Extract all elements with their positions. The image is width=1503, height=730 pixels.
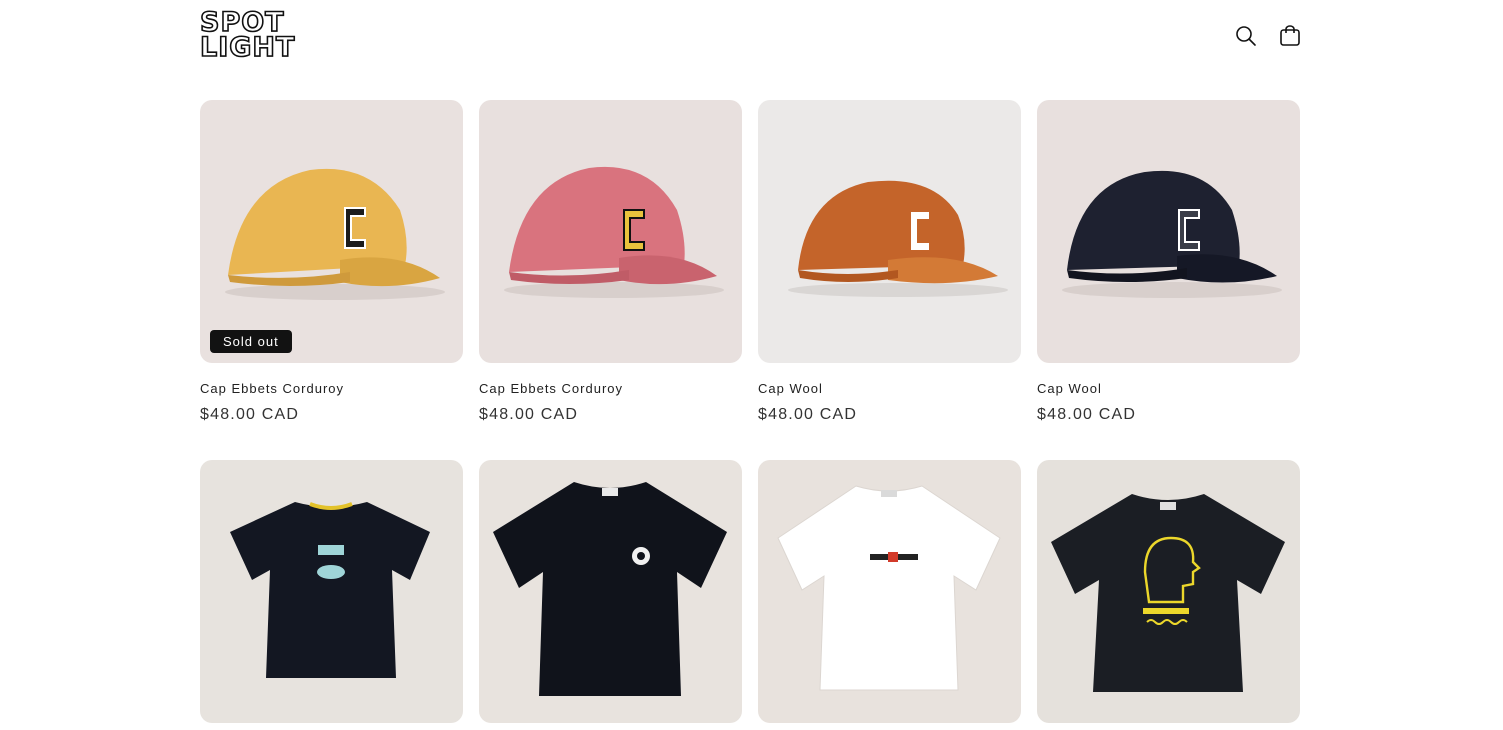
product-card[interactable]: Cap Wool $48.00 CAD: [758, 100, 1021, 460]
product-image[interactable]: [1037, 460, 1300, 723]
product-price: $48.00 CAD: [758, 406, 858, 423]
product-image[interactable]: [758, 100, 1021, 363]
product-title[interactable]: Cap Wool: [758, 381, 1021, 396]
product-card[interactable]: [200, 460, 463, 730]
product-card[interactable]: [1037, 460, 1300, 730]
search-icon[interactable]: [1234, 24, 1258, 48]
product-image[interactable]: Sold out: [200, 100, 463, 363]
product-grid: Sold out Cap Ebbets Corduroy $48.00 CAD …: [200, 100, 1300, 730]
product-image[interactable]: [1037, 100, 1300, 363]
product-title[interactable]: Cap Ebbets Corduroy: [200, 381, 463, 396]
product-image[interactable]: [758, 460, 1021, 723]
product-card[interactable]: Sold out Cap Ebbets Corduroy $48.00 CAD: [200, 100, 463, 460]
cart-icon[interactable]: [1278, 24, 1302, 48]
product-title[interactable]: Cap Wool: [1037, 381, 1300, 396]
product-card[interactable]: Cap Ebbets Corduroy $48.00 CAD: [479, 100, 742, 460]
product-card[interactable]: Cap Wool $48.00 CAD: [1037, 100, 1300, 460]
product-price: $48.00 CAD: [200, 406, 300, 423]
site-header: SPOT LIGHT: [199, 8, 1302, 66]
product-card[interactable]: [758, 460, 1021, 730]
product-price: $48.00 CAD: [1037, 406, 1137, 423]
product-image[interactable]: [200, 460, 463, 723]
product-image[interactable]: [479, 460, 742, 723]
product-title[interactable]: Cap Ebbets Corduroy: [479, 381, 742, 396]
sold-out-badge: Sold out: [210, 330, 292, 353]
product-card[interactable]: [479, 460, 742, 730]
brand-logo[interactable]: SPOT LIGHT: [199, 8, 296, 63]
product-image[interactable]: [479, 100, 742, 363]
brand-logo-line2: LIGHT: [199, 32, 296, 63]
product-price: $48.00 CAD: [479, 406, 579, 423]
